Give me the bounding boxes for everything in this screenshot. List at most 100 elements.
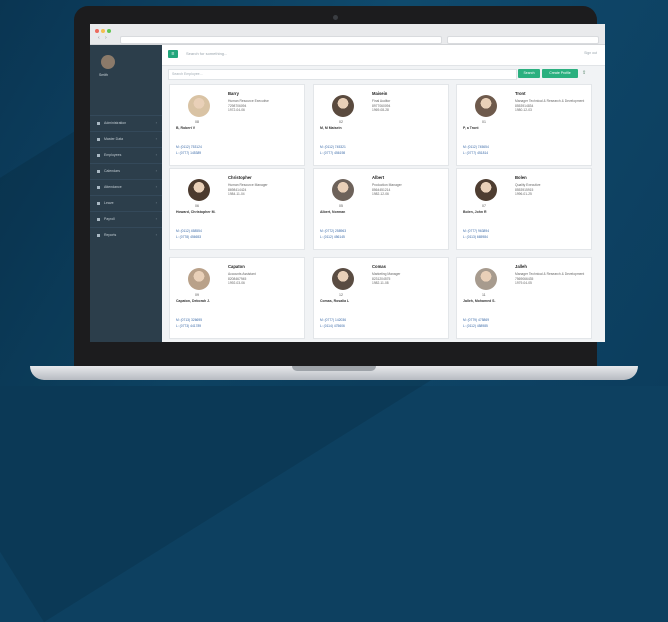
forward-icon[interactable]: › [105,35,107,41]
employee-first-name[interactable]: Albert [372,175,384,180]
employee-full-name[interactable]: P, a Tront [463,126,479,130]
chevron-right-icon: › [155,232,157,237]
user-name[interactable]: Smith [99,73,108,77]
employee-photo [475,95,497,117]
employee-landline[interactable]: L: (0778) 456653 [176,235,201,239]
employee-card[interactable]: 08 B, Robert V Barry Human Resource Executi… [169,84,305,166]
employee-full-name[interactable]: M, M Maisein [320,126,342,130]
employee-mobile[interactable]: M: (0112) 745321 [320,145,346,149]
employee-card[interactable]: 09 Capaton, Deborah J. Capaton Accounts Ass… [169,257,305,339]
menu-icon [97,138,100,141]
employee-code: 06 [195,204,199,208]
employee-mobile[interactable]: M: (0713) 326695 [176,318,202,322]
signout-link[interactable]: Sign out [584,51,597,55]
employee-mobile[interactable]: M: (0779) 475869 [463,318,489,322]
employee-first-name[interactable]: Jalleh [515,264,527,269]
top-bar: ≡ Search for something... Sign out [162,45,605,66]
minimize-dot-icon[interactable] [101,29,105,33]
employee-mobile[interactable]: M: (0112) 753124 [176,145,202,149]
quick-search-input[interactable]: Search for something... [186,51,227,56]
sidebar-menu: Administration › Master Data › Employees › … [90,115,162,243]
employee-full-name[interactable]: Howard, Christopher M. [176,210,215,214]
close-dot-icon[interactable] [95,29,99,33]
employee-dob: 1984-11-04 [228,192,245,197]
employee-code: 07 [482,204,486,208]
employee-mobile[interactable]: M: (0777) 142036 [320,318,346,322]
employee-info: Manager Technical & Research & Developme… [515,99,587,113]
employee-full-name[interactable]: Bolen, John R [463,210,487,214]
employee-first-name[interactable]: Christopher [228,175,252,180]
employee-first-name[interactable]: Bolen [515,175,527,180]
employee-code: 08 [195,120,199,124]
employee-first-name[interactable]: Maisein [372,91,387,96]
employee-first-name[interactable]: Capaton [228,264,245,269]
employee-landline[interactable]: L: (0112) 456145 [320,235,345,239]
sidebar-item-attendance[interactable]: Attendance › [90,179,162,195]
employee-code: 09 [195,293,199,297]
chevron-right-icon: › [155,216,157,221]
sidebar-item-leave[interactable]: Leave › [90,195,162,211]
browser-chrome: ‹ › [90,24,605,45]
employee-card[interactable]: 12 Comas, Rosalia L Comas Marketing Manager… [313,257,449,339]
maximize-dot-icon[interactable] [107,29,111,33]
employee-first-name[interactable]: Tront [515,91,525,96]
back-icon[interactable]: ‹ [98,35,100,41]
employee-landline[interactable]: L: (0113) 665984 [463,235,488,239]
employee-landline[interactable]: L: (0777) 456198 [320,151,345,155]
employee-card[interactable]: 02 M, M Maisein Maisein Final Auditor 897706… [313,84,449,166]
employee-landline[interactable]: L: (0114) 475606 [320,324,345,328]
employee-mobile[interactable]: M: (0112) 745654 [463,145,489,149]
employee-full-name[interactable]: Albert, Norman [320,210,345,214]
sidebar-item-label: Employees [104,153,122,157]
employee-card[interactable]: 06 Howard, Christopher M. Christopher Human… [169,168,305,250]
employee-photo [188,268,210,290]
employee-full-name[interactable]: Capaton, Deborah J. [176,299,210,303]
employee-dob: 1979-04-05 [515,281,532,286]
employee-landline[interactable]: L: (0777) 451814 [463,151,488,155]
employee-landline[interactable]: L: (0773) 441789 [176,324,201,328]
employee-title: Manager Technical & Research & Developme… [515,99,585,103]
employee-mobile[interactable]: M: (0772) 258963 [320,229,346,233]
sidebar-item-reports[interactable]: Reports › [90,227,162,243]
employee-info: Production Manager 8564451214 1982-12-06 [372,183,444,197]
employee-dob: 1982-12-06 [372,192,389,197]
create-profile-button[interactable]: Create Profile [542,69,578,78]
employee-landline[interactable]: L: (0112) 458985 [463,324,488,328]
employee-search-input[interactable]: Search Employee... [168,69,517,80]
employee-info: Human Resource Manager 8698414424 1984-11-… [228,183,300,197]
employee-landline[interactable]: L: (0777) 145389 [176,151,201,155]
export-icon[interactable]: ⇪ [582,70,586,76]
employee-full-name[interactable]: B, Robert V [176,126,195,130]
employee-card[interactable]: 05 Albert, Norman Albert Production Manager… [313,168,449,250]
sidebar: Smith Administration › Master Data › Emplo… [90,45,162,342]
employee-full-name[interactable]: Comas, Rosalia L [320,299,349,303]
sidebar-item-calendars[interactable]: Calendars › [90,163,162,179]
sidebar-item-master-data[interactable]: Master Data › [90,131,162,147]
sidebar-item-administration[interactable]: Administration › [90,115,162,131]
avatar[interactable] [101,55,115,69]
search-placeholder: Search Employee... [172,72,203,76]
search-button[interactable]: Search [518,69,540,78]
employee-first-name[interactable]: Comas [372,264,386,269]
chevron-right-icon: › [155,152,157,157]
employee-full-name[interactable]: Jalleh, Mohamed S. [463,299,495,303]
employee-card[interactable]: 07 Bolen, John R Bolen Quality Executive 855… [456,168,592,250]
employee-info: Marketing Manager 8231204575 1982-11-08 [372,272,444,286]
employee-mobile[interactable]: M: (0112) 458554 [176,229,202,233]
sidebar-item-employees[interactable]: Employees › [90,147,162,163]
employee-photo [475,179,497,201]
employee-card[interactable]: 11 Jalleh, Mohamed S. Jalleh Manager Techni… [456,257,592,339]
address-bar[interactable] [120,36,442,44]
menu-icon [97,154,100,157]
employee-info: Manager Technical & Research & Developme… [515,272,587,286]
menu-icon [97,218,100,221]
hamburger-icon[interactable]: ≡ [168,50,178,58]
sidebar-item-payroll[interactable]: Payroll › [90,211,162,227]
sidebar-item-label: Attendance [104,185,122,189]
employee-card[interactable]: 01 P, a Tront Tront Manager Technical & Res… [456,84,592,166]
employee-mobile[interactable]: M: (0777) 963894 [463,229,489,233]
employee-photo [332,268,354,290]
browser-search-bar[interactable] [447,36,599,44]
employee-first-name[interactable]: Barry [228,91,239,96]
employee-dob: 1996-01-25 [515,192,532,197]
